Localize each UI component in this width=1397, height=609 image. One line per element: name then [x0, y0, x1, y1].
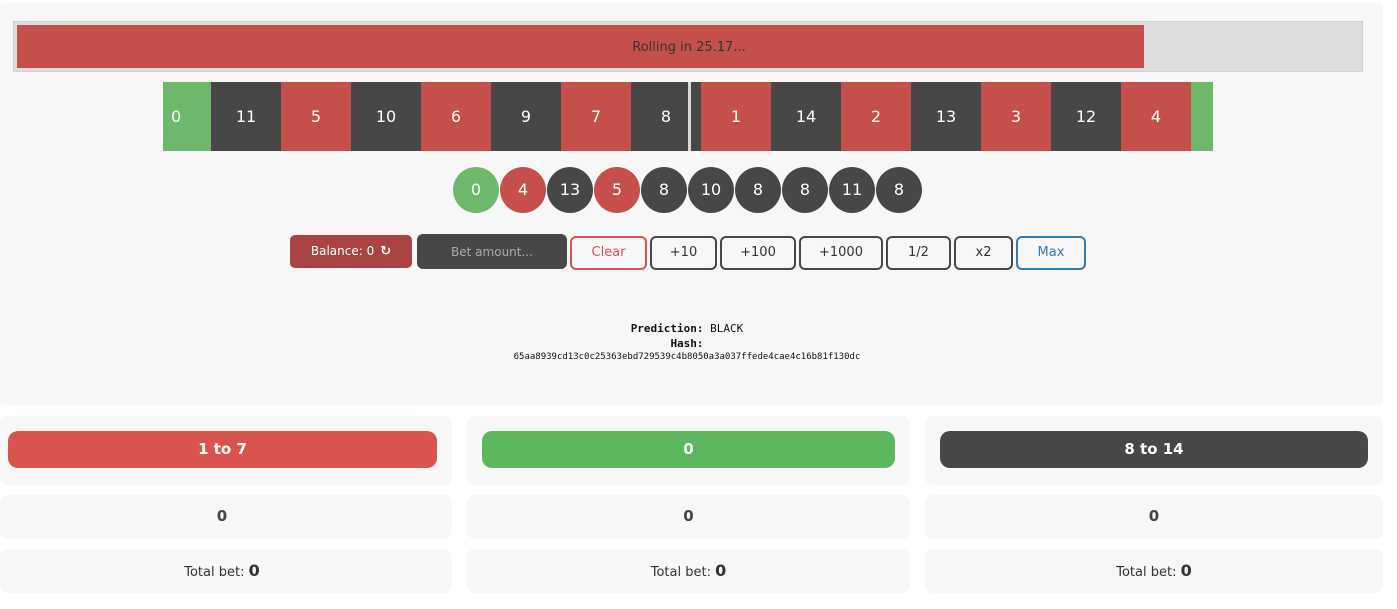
reel-slot: 12: [1051, 82, 1121, 151]
green-bet-amount: 0: [683, 507, 694, 525]
history-ball: 5: [594, 167, 640, 213]
bet-red-button[interactable]: 1 to 7: [8, 431, 437, 468]
history-ball: 8: [782, 167, 828, 213]
double-button[interactable]: x2: [954, 236, 1013, 270]
reel-slot: 1: [701, 82, 771, 151]
reel-slot: 0: [163, 82, 211, 151]
total-bet-value: 0: [248, 561, 260, 580]
countdown-progress-bar: Rolling in 25.17...: [13, 21, 1363, 72]
max-button[interactable]: Max: [1016, 236, 1086, 270]
reel-slot: 13: [911, 82, 981, 151]
history-ball: 11: [829, 167, 875, 213]
red-total-bet: Total bet: 0: [0, 561, 444, 580]
add-100-button[interactable]: +100: [720, 236, 796, 270]
bet-amount-input[interactable]: [417, 234, 567, 269]
add-1000-button[interactable]: +1000: [799, 236, 883, 270]
prediction-label: Prediction:: [630, 322, 704, 335]
history-ball: 13: [547, 167, 593, 213]
prediction-line: Prediction: BLACK: [0, 322, 1374, 335]
bet-green-button[interactable]: 0: [482, 431, 895, 468]
hash-value: 65aa8939cd13c0c25363ebd729539c4b8050a3a0…: [513, 352, 861, 362]
reel-slot: 10: [351, 82, 421, 151]
total-bet-value: 0: [1180, 561, 1192, 580]
history-ball: 8: [641, 167, 687, 213]
total-bet-label: Total bet:: [1116, 565, 1177, 580]
reel-slot: 2: [841, 82, 911, 151]
history-ball: 0: [453, 167, 499, 213]
reel-slot: 7: [561, 82, 631, 151]
reel-slot: 6: [421, 82, 491, 151]
prediction-value: BLACK: [710, 322, 744, 335]
black-total-bet: Total bet: 0: [925, 561, 1383, 580]
history-ball: 4: [500, 167, 546, 213]
reel-slot: 3: [981, 82, 1051, 151]
reel-slot: 9: [491, 82, 561, 151]
balance-button[interactable]: Balance: 0 ↻: [290, 235, 412, 268]
add-10-button[interactable]: +10: [650, 236, 717, 270]
total-bet-label: Total bet:: [184, 565, 245, 580]
balance-label: Balance: 0: [310, 244, 375, 258]
countdown-label: Rolling in 25.17...: [632, 40, 746, 55]
half-button[interactable]: 1/2: [886, 236, 951, 270]
clear-button[interactable]: Clear: [570, 236, 647, 270]
history-ball: 10: [688, 167, 734, 213]
roll-history: 0 4 13 5 8 10 8 8 11 8: [453, 167, 922, 213]
history-ball: 8: [876, 167, 922, 213]
reel-slot: 5: [281, 82, 351, 151]
reel-slot: 11: [211, 82, 281, 151]
history-ball: 8: [735, 167, 781, 213]
black-bet-amount: 0: [1148, 507, 1160, 525]
reel-slot: 14: [771, 82, 841, 151]
reel-slot: 4: [1121, 82, 1191, 151]
hash-line: Hash:: [0, 337, 1374, 350]
reel-pointer: [688, 82, 691, 151]
bet-black-button[interactable]: 8 to 14: [940, 431, 1368, 468]
hash-label: Hash:: [670, 337, 704, 350]
green-total-bet: Total bet: 0: [467, 561, 910, 580]
refresh-icon[interactable]: ↻: [380, 235, 391, 268]
reel-slot: [1191, 82, 1213, 151]
total-bet-value: 0: [715, 561, 727, 580]
total-bet-label: Total bet:: [650, 565, 711, 580]
red-bet-amount: 0: [216, 507, 228, 525]
